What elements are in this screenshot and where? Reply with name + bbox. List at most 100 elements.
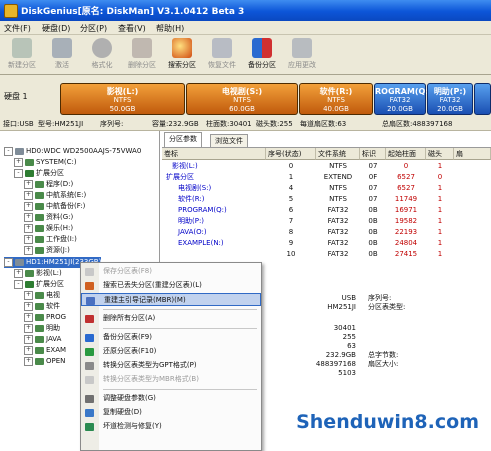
tree-node[interactable]: + 明助 <box>24 323 60 334</box>
table-cell-fs: FAT32 <box>327 206 349 214</box>
context-menu-item[interactable]: 调整硬盘参数(G) <box>81 392 261 405</box>
table-cell-num: 4 <box>288 184 294 192</box>
tree-node[interactable]: - HD0:WDC WD2500AAJS-75VWA0 <box>4 146 141 157</box>
disk-icon <box>15 258 24 266</box>
activate-button[interactable]: 激活 <box>44 37 80 73</box>
context-menu-item[interactable]: 搜索已丢失分区(重建分区表)(L) <box>81 279 261 292</box>
table-row-label[interactable]: EXAMPLE(N:) <box>178 238 224 249</box>
table-cell-id: 07 <box>368 184 378 192</box>
menu-partition[interactable]: 分区(P) <box>80 23 107 34</box>
tree-node[interactable]: + 中航备份(F:) <box>24 201 85 212</box>
tree-node[interactable]: + 电视 <box>24 290 60 301</box>
context-menu-item[interactable]: 备份分区表(F9) <box>81 331 261 344</box>
disk-segment-l[interactable]: 影视(L:) NTFS 50.0GB <box>60 83 185 115</box>
partition-icon <box>35 324 44 332</box>
capacity-text: 容量:232.9GB <box>152 120 199 128</box>
table-row-label[interactable]: 电视剧(S:) <box>178 183 211 194</box>
recover-files-button[interactable]: 恢复文件 <box>204 37 240 73</box>
info-value: USB <box>341 294 356 302</box>
tab-partition-params[interactable]: 分区参数 <box>164 132 202 148</box>
tree-node[interactable]: + EXAM <box>24 345 66 356</box>
table-cell-start: 19582 <box>394 217 418 225</box>
menu-separator <box>103 309 257 310</box>
table-row-label[interactable]: 影视(L:) <box>172 161 198 172</box>
tree-node[interactable]: + PROG <box>24 312 66 323</box>
disk-segment-p[interactable]: 明助(P:) FAT32 20.0GB <box>427 83 473 115</box>
tree-node[interactable]: + 资源(J:) <box>24 245 70 256</box>
table-cell-id: 0F <box>368 173 378 181</box>
table-row-label[interactable]: 软件(R:) <box>178 194 204 205</box>
context-menu-item[interactable]: 坏道检测与修复(Y) <box>81 420 261 433</box>
table-cell-fs: NTFS <box>329 162 347 170</box>
menu-help[interactable]: 帮助(H) <box>156 23 184 34</box>
column-header[interactable]: 扇 <box>454 148 491 160</box>
column-header[interactable]: 卷标 <box>162 148 266 160</box>
disk-segment-s[interactable]: 电视剧(S:) NTFS 60.0GB <box>186 83 298 115</box>
tree-node[interactable]: + 软件 <box>24 301 60 312</box>
tree-node[interactable]: + OPEN <box>24 356 65 367</box>
tree-node[interactable]: + 工作盘(I:) <box>24 234 77 245</box>
tab-browse-files[interactable]: 浏览文件 <box>210 134 248 148</box>
table-cell-head: 1 <box>437 162 443 170</box>
column-header[interactable]: 序号(状态) <box>266 148 316 160</box>
context-menu-item[interactable]: 删除所有分区(A) <box>81 312 261 325</box>
menu-view[interactable]: 查看(V) <box>118 23 146 34</box>
menu-file[interactable]: 文件(F) <box>4 23 31 34</box>
search-partition-button[interactable]: 搜索分区 <box>164 37 200 73</box>
disk-segment-q[interactable]: ROGRAM(Q:) FAT32 20.0GB <box>374 83 432 115</box>
tree-node[interactable]: - 扩展分区 <box>14 168 64 179</box>
convert-icon <box>85 362 94 370</box>
tree-node[interactable]: + SYSTEM(C:) <box>14 157 77 168</box>
column-header[interactable]: 磁头 <box>426 148 454 160</box>
partition-icon <box>35 335 44 343</box>
tree-node[interactable]: - 扩展分区 <box>14 279 64 290</box>
context-menu-item[interactable]: 复制硬盘(D) <box>81 406 261 419</box>
column-header[interactable]: 标识 <box>360 148 386 160</box>
table-row-label[interactable]: 扩展分区 <box>166 172 194 183</box>
partition-icon <box>35 246 44 254</box>
partition-icon <box>35 357 44 365</box>
context-menu-item[interactable]: 转换分区表类型为MBR格式(B) <box>81 373 261 386</box>
table-cell-head: 1 <box>437 184 443 192</box>
menu-disk[interactable]: 硬盘(D) <box>42 23 70 34</box>
tree-node[interactable]: + 娱乐(H:) <box>24 223 73 234</box>
tree-node[interactable]: + 中航系统(E:) <box>24 190 86 201</box>
context-menu-item[interactable]: 重建主引导记录(MBR)(M) <box>81 293 261 306</box>
search-icon <box>85 282 94 290</box>
context-menu-item[interactable]: 还原分区表(F10) <box>81 345 261 358</box>
info-value: 232.9GB <box>325 351 356 359</box>
column-header[interactable]: 起始柱面 <box>386 148 426 160</box>
table-cell-start: 24804 <box>394 239 418 247</box>
partition-icon <box>35 346 44 354</box>
table-row-label[interactable]: PROGRAM(Q:) <box>178 205 227 216</box>
column-header[interactable]: 文件系统 <box>316 148 360 160</box>
tree-node[interactable]: + 程序(D:) <box>24 179 73 190</box>
watermark: Shenduwin8.com <box>296 411 479 433</box>
disk-segment-more[interactable] <box>474 83 491 115</box>
disk-icon <box>15 147 24 155</box>
context-menu-item[interactable]: 保存分区表(F8) <box>81 265 261 278</box>
serial-text: 序列号: <box>100 120 124 128</box>
save-icon <box>85 268 94 276</box>
info-label: 扇区大小: <box>368 360 399 368</box>
table-cell-start: 6527 <box>397 173 415 181</box>
tree-node[interactable]: + 影视(L:) <box>14 268 62 279</box>
delete-partition-button[interactable]: 删除分区 <box>124 37 160 73</box>
context-menu-item[interactable]: 转换分区表类型为GPT格式(P) <box>81 359 261 372</box>
table-cell-fs: FAT32 <box>327 250 349 258</box>
table-cell-start: 0 <box>403 162 409 170</box>
format-button[interactable]: 格式化 <box>84 37 120 73</box>
disk-segment-r[interactable]: 软件(R:) NTFS 40.0GB <box>299 83 373 115</box>
new-partition-button[interactable]: 新建分区 <box>4 37 40 73</box>
table-row-label[interactable]: JAVA(O:) <box>178 227 207 238</box>
table-cell-num: 1 <box>288 173 294 181</box>
info-value: HM251JI <box>327 303 356 311</box>
partition-icon <box>35 313 44 321</box>
apply-changes-button[interactable]: 应用更改 <box>284 37 320 73</box>
tree-node[interactable]: + 资料(G:) <box>24 212 73 223</box>
format-icon <box>92 38 112 58</box>
tree-node[interactable]: + JAVA <box>24 334 61 345</box>
table-row-label[interactable]: 明助(P:) <box>178 216 204 227</box>
backup-partition-button[interactable]: 备份分区 <box>244 37 280 73</box>
apply-changes-icon <box>292 38 312 58</box>
